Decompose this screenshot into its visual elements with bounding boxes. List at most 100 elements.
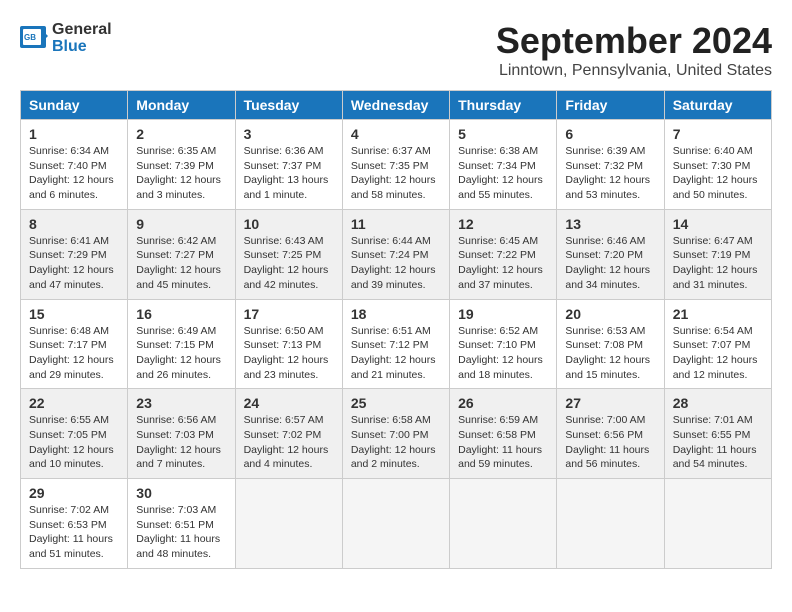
sunset: Sunset: 7:34 PM bbox=[458, 160, 536, 172]
daylight: Daylight: 12 hours and 6 minutes. bbox=[29, 174, 114, 201]
daylight: Daylight: 12 hours and 45 minutes. bbox=[136, 264, 221, 291]
daylight: Daylight: 12 hours and 3 minutes. bbox=[136, 174, 221, 201]
sunset: Sunset: 7:20 PM bbox=[565, 249, 643, 261]
calendar-cell: 22 Sunrise: 6:55 AM Sunset: 7:05 PM Dayl… bbox=[21, 389, 128, 479]
sunrise: Sunrise: 6:35 AM bbox=[136, 145, 216, 157]
sunset: Sunset: 7:07 PM bbox=[673, 339, 751, 351]
day-info: Sunrise: 6:37 AM Sunset: 7:35 PM Dayligh… bbox=[351, 144, 441, 203]
sunrise: Sunrise: 6:42 AM bbox=[136, 235, 216, 247]
sunset: Sunset: 7:37 PM bbox=[244, 160, 322, 172]
sunrise: Sunrise: 6:47 AM bbox=[673, 235, 753, 247]
sunset: Sunset: 7:15 PM bbox=[136, 339, 214, 351]
sunset: Sunset: 7:35 PM bbox=[351, 160, 429, 172]
calendar-cell: 25 Sunrise: 6:58 AM Sunset: 7:00 PM Dayl… bbox=[342, 389, 449, 479]
col-header-monday: Monday bbox=[128, 91, 235, 120]
calendar-cell: 19 Sunrise: 6:52 AM Sunset: 7:10 PM Dayl… bbox=[450, 299, 557, 389]
day-info: Sunrise: 6:49 AM Sunset: 7:15 PM Dayligh… bbox=[136, 324, 226, 383]
sunset: Sunset: 7:10 PM bbox=[458, 339, 536, 351]
day-number: 29 bbox=[29, 485, 119, 501]
calendar-table: SundayMondayTuesdayWednesdayThursdayFrid… bbox=[20, 90, 772, 569]
sunrise: Sunrise: 6:56 AM bbox=[136, 414, 216, 426]
day-info: Sunrise: 6:42 AM Sunset: 7:27 PM Dayligh… bbox=[136, 234, 226, 293]
daylight: Daylight: 12 hours and 50 minutes. bbox=[673, 174, 758, 201]
day-number: 19 bbox=[458, 306, 548, 322]
day-number: 22 bbox=[29, 395, 119, 411]
day-info: Sunrise: 6:41 AM Sunset: 7:29 PM Dayligh… bbox=[29, 234, 119, 293]
sunrise: Sunrise: 6:40 AM bbox=[673, 145, 753, 157]
sunset: Sunset: 7:32 PM bbox=[565, 160, 643, 172]
sunrise: Sunrise: 7:02 AM bbox=[29, 504, 109, 516]
sunset: Sunset: 6:53 PM bbox=[29, 519, 107, 531]
daylight: Daylight: 12 hours and 37 minutes. bbox=[458, 264, 543, 291]
day-number: 16 bbox=[136, 306, 226, 322]
sunrise: Sunrise: 6:52 AM bbox=[458, 325, 538, 337]
calendar-cell: 2 Sunrise: 6:35 AM Sunset: 7:39 PM Dayli… bbox=[128, 120, 235, 210]
day-number: 12 bbox=[458, 216, 548, 232]
sunrise: Sunrise: 6:36 AM bbox=[244, 145, 324, 157]
day-number: 1 bbox=[29, 126, 119, 142]
day-number: 25 bbox=[351, 395, 441, 411]
day-number: 4 bbox=[351, 126, 441, 142]
sunset: Sunset: 7:00 PM bbox=[351, 429, 429, 441]
day-info: Sunrise: 6:36 AM Sunset: 7:37 PM Dayligh… bbox=[244, 144, 334, 203]
calendar-cell bbox=[557, 479, 664, 569]
day-info: Sunrise: 6:44 AM Sunset: 7:24 PM Dayligh… bbox=[351, 234, 441, 293]
sunset: Sunset: 7:39 PM bbox=[136, 160, 214, 172]
calendar-cell bbox=[450, 479, 557, 569]
sunrise: Sunrise: 6:41 AM bbox=[29, 235, 109, 247]
day-number: 11 bbox=[351, 216, 441, 232]
title-block: September 2024 Linntown, Pennsylvania, U… bbox=[496, 20, 772, 80]
day-info: Sunrise: 6:56 AM Sunset: 7:03 PM Dayligh… bbox=[136, 413, 226, 472]
day-info: Sunrise: 6:35 AM Sunset: 7:39 PM Dayligh… bbox=[136, 144, 226, 203]
sunrise: Sunrise: 6:46 AM bbox=[565, 235, 645, 247]
calendar-header-row: SundayMondayTuesdayWednesdayThursdayFrid… bbox=[21, 91, 772, 120]
day-number: 5 bbox=[458, 126, 548, 142]
calendar-cell: 3 Sunrise: 6:36 AM Sunset: 7:37 PM Dayli… bbox=[235, 120, 342, 210]
calendar-cell: 14 Sunrise: 6:47 AM Sunset: 7:19 PM Dayl… bbox=[664, 209, 771, 299]
calendar-cell: 11 Sunrise: 6:44 AM Sunset: 7:24 PM Dayl… bbox=[342, 209, 449, 299]
day-number: 20 bbox=[565, 306, 655, 322]
day-info: Sunrise: 6:57 AM Sunset: 7:02 PM Dayligh… bbox=[244, 413, 334, 472]
daylight: Daylight: 11 hours and 54 minutes. bbox=[673, 444, 757, 471]
logo-line2: Blue bbox=[52, 37, 112, 56]
sunset: Sunset: 7:27 PM bbox=[136, 249, 214, 261]
day-info: Sunrise: 6:40 AM Sunset: 7:30 PM Dayligh… bbox=[673, 144, 763, 203]
sunrise: Sunrise: 6:50 AM bbox=[244, 325, 324, 337]
daylight: Daylight: 13 hours and 1 minute. bbox=[244, 174, 329, 201]
daylight: Daylight: 12 hours and 15 minutes. bbox=[565, 354, 650, 381]
calendar-cell: 9 Sunrise: 6:42 AM Sunset: 7:27 PM Dayli… bbox=[128, 209, 235, 299]
sunrise: Sunrise: 6:59 AM bbox=[458, 414, 538, 426]
day-number: 26 bbox=[458, 395, 548, 411]
sunrise: Sunrise: 6:49 AM bbox=[136, 325, 216, 337]
day-number: 13 bbox=[565, 216, 655, 232]
calendar-cell: 16 Sunrise: 6:49 AM Sunset: 7:15 PM Dayl… bbox=[128, 299, 235, 389]
daylight: Daylight: 12 hours and 31 minutes. bbox=[673, 264, 758, 291]
calendar-cell: 8 Sunrise: 6:41 AM Sunset: 7:29 PM Dayli… bbox=[21, 209, 128, 299]
daylight: Daylight: 12 hours and 2 minutes. bbox=[351, 444, 436, 471]
daylight: Daylight: 12 hours and 12 minutes. bbox=[673, 354, 758, 381]
calendar-cell: 6 Sunrise: 6:39 AM Sunset: 7:32 PM Dayli… bbox=[557, 120, 664, 210]
calendar-cell: 7 Sunrise: 6:40 AM Sunset: 7:30 PM Dayli… bbox=[664, 120, 771, 210]
calendar-cell: 1 Sunrise: 6:34 AM Sunset: 7:40 PM Dayli… bbox=[21, 120, 128, 210]
sunrise: Sunrise: 6:38 AM bbox=[458, 145, 538, 157]
page-header: GB General Blue September 2024 Linntown,… bbox=[20, 20, 772, 80]
day-info: Sunrise: 6:55 AM Sunset: 7:05 PM Dayligh… bbox=[29, 413, 119, 472]
day-number: 30 bbox=[136, 485, 226, 501]
col-header-saturday: Saturday bbox=[664, 91, 771, 120]
calendar-cell: 27 Sunrise: 7:00 AM Sunset: 6:56 PM Dayl… bbox=[557, 389, 664, 479]
calendar-cell: 15 Sunrise: 6:48 AM Sunset: 7:17 PM Dayl… bbox=[21, 299, 128, 389]
day-number: 15 bbox=[29, 306, 119, 322]
col-header-thursday: Thursday bbox=[450, 91, 557, 120]
day-info: Sunrise: 7:03 AM Sunset: 6:51 PM Dayligh… bbox=[136, 503, 226, 562]
day-number: 18 bbox=[351, 306, 441, 322]
sunset: Sunset: 7:17 PM bbox=[29, 339, 107, 351]
sunrise: Sunrise: 6:37 AM bbox=[351, 145, 431, 157]
daylight: Daylight: 12 hours and 21 minutes. bbox=[351, 354, 436, 381]
calendar-week-row: 1 Sunrise: 6:34 AM Sunset: 7:40 PM Dayli… bbox=[21, 120, 772, 210]
calendar-cell: 10 Sunrise: 6:43 AM Sunset: 7:25 PM Dayl… bbox=[235, 209, 342, 299]
calendar-cell bbox=[664, 479, 771, 569]
day-info: Sunrise: 6:39 AM Sunset: 7:32 PM Dayligh… bbox=[565, 144, 655, 203]
sunrise: Sunrise: 6:54 AM bbox=[673, 325, 753, 337]
location: Linntown, Pennsylvania, United States bbox=[496, 62, 772, 80]
calendar-cell: 18 Sunrise: 6:51 AM Sunset: 7:12 PM Dayl… bbox=[342, 299, 449, 389]
